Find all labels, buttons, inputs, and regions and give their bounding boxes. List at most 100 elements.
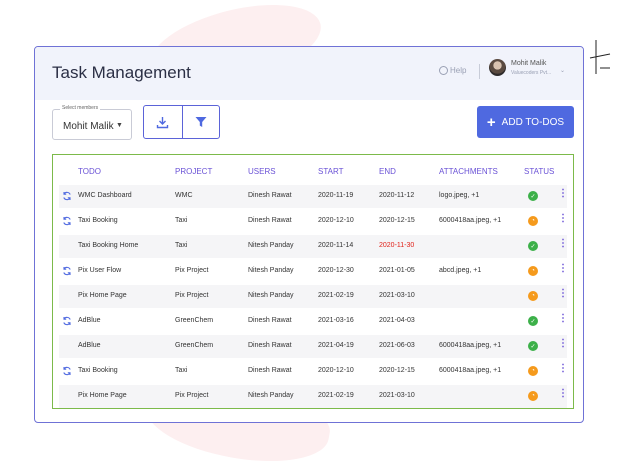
cell-end: 2021-04-03 xyxy=(379,317,415,324)
cell-todo: Pix Home Page xyxy=(78,292,127,299)
cell-start: 2020-11-14 xyxy=(318,242,354,249)
avatar[interactable] xyxy=(489,59,506,76)
column-header-todo[interactable]: TODO xyxy=(78,167,101,176)
download-button[interactable] xyxy=(144,106,182,138)
cell-attachments[interactable]: logo.jpeg, +1 xyxy=(439,192,479,199)
table-row[interactable]: Taxi Booking Home Taxi Nitesh Panday 2020-1… xyxy=(59,235,568,258)
cell-user: Dinesh Rawat xyxy=(248,317,292,324)
cell-project: Pix Project xyxy=(175,267,209,274)
cell-todo: Pix User Flow xyxy=(78,267,122,274)
download-icon xyxy=(157,116,169,128)
status-done-icon[interactable]: ✓ xyxy=(528,316,538,326)
cell-start: 2020-12-30 xyxy=(318,267,354,274)
column-header-start[interactable]: START xyxy=(318,167,343,176)
status-pending-icon[interactable]: ◔ xyxy=(528,266,538,276)
card-header: Task Management Help Mohit Malik Valueco… xyxy=(35,47,583,100)
table-row[interactable]: WMC Dashboard WMC Dinesh Rawat 2020-11-19 20… xyxy=(59,185,568,208)
cell-user: Nitesh Panday xyxy=(248,242,294,249)
kebab-menu-icon[interactable]: ⋮ xyxy=(558,289,568,299)
cell-end: 2020-11-12 xyxy=(379,192,415,199)
cell-user: Dinesh Rawat xyxy=(248,217,292,224)
add-todos-label: ADD TO-DOS xyxy=(501,116,565,128)
cell-user: Dinesh Rawat xyxy=(248,367,292,374)
cell-start: 2021-04-19 xyxy=(318,342,354,349)
kebab-menu-icon[interactable]: ⋮ xyxy=(558,189,568,199)
help-circle-icon xyxy=(439,66,448,75)
cell-project: Pix Project xyxy=(175,392,209,399)
cell-end: 2020-12-15 xyxy=(379,367,415,374)
kebab-menu-icon[interactable]: ⋮ xyxy=(558,339,568,349)
cell-todo: AdBlue xyxy=(78,317,101,324)
cell-project: GreenChem xyxy=(175,342,214,349)
status-done-icon[interactable]: ✓ xyxy=(528,191,538,201)
table-row[interactable]: AdBlue GreenChem Dinesh Rawat 2021-03-16 202… xyxy=(59,310,568,333)
cell-attachments[interactable]: 6000418aa.jpeg, +1 xyxy=(439,217,501,224)
header-divider xyxy=(479,64,480,79)
cell-todo: Taxi Booking xyxy=(78,217,118,224)
kebab-menu-icon[interactable]: ⋮ xyxy=(558,389,568,399)
cell-start: 2021-03-16 xyxy=(318,317,354,324)
cell-start: 2020-12-10 xyxy=(318,217,354,224)
filter-button[interactable] xyxy=(181,106,220,138)
sync-icon xyxy=(63,216,71,226)
column-header-status[interactable]: STATUS xyxy=(524,167,554,176)
cell-end: 2021-06-03 xyxy=(379,342,415,349)
cell-user: Nitesh Panday xyxy=(248,267,294,274)
chevron-down-icon[interactable]: ⌄ xyxy=(560,67,565,74)
cell-end: 2021-03-10 xyxy=(379,292,415,299)
table-row[interactable]: Taxi Booking Taxi Dinesh Rawat 2020-12-10 20… xyxy=(59,210,568,233)
status-pending-icon[interactable]: ◔ xyxy=(528,216,538,226)
member-select[interactable]: Select members Mohit Malik ▼ xyxy=(52,105,132,140)
column-header-project[interactable]: PROJECT xyxy=(175,167,212,176)
cell-attachments[interactable]: 6000418aa.jpeg, +1 xyxy=(439,367,501,374)
cell-start: 2021-02-19 xyxy=(318,392,354,399)
status-done-icon[interactable]: ✓ xyxy=(528,341,538,351)
kebab-menu-icon[interactable]: ⋮ xyxy=(558,314,568,324)
cell-todo: AdBlue xyxy=(78,342,101,349)
cell-todo: Pix Home Page xyxy=(78,392,127,399)
status-pending-icon[interactable]: ◔ xyxy=(528,366,538,376)
kebab-menu-icon[interactable]: ⋮ xyxy=(558,239,568,249)
table-row[interactable]: Pix User Flow Pix Project Nitesh Panday 202… xyxy=(59,260,568,283)
cell-project: Taxi xyxy=(175,217,188,224)
status-pending-icon[interactable]: ◔ xyxy=(528,391,538,401)
decorative-sparkle-icon xyxy=(589,40,611,74)
table-header: TODO PROJECT USERS START END ATTACHMENTS… xyxy=(53,155,573,185)
cell-start: 2020-12-10 xyxy=(318,367,354,374)
cell-project: WMC xyxy=(175,192,193,199)
cell-project: Taxi xyxy=(175,242,188,249)
table-row[interactable]: Pix Home Page Pix Project Nitesh Panday 202… xyxy=(59,385,568,408)
add-todos-button[interactable]: + ADD TO-DOS xyxy=(477,106,574,138)
cell-attachments[interactable]: 6000418aa.jpeg, +1 xyxy=(439,342,501,349)
cell-start: 2020-11-19 xyxy=(318,192,354,199)
column-header-attachments[interactable]: ATTACHMENTS xyxy=(439,167,498,176)
cell-attachments[interactable]: abcd.jpeg, +1 xyxy=(439,267,481,274)
cell-user: Dinesh Rawat xyxy=(248,342,292,349)
user-name[interactable]: Mohit Malik xyxy=(511,60,546,67)
cell-end: 2020-11-30 xyxy=(379,242,415,249)
kebab-menu-icon[interactable]: ⋮ xyxy=(558,264,568,274)
sync-icon xyxy=(63,266,71,276)
task-management-card: Task Management Help Mohit Malik Valueco… xyxy=(34,46,584,423)
cell-todo: Taxi Booking Home xyxy=(78,242,139,249)
status-pending-icon[interactable]: ◔ xyxy=(528,291,538,301)
cell-project: Taxi xyxy=(175,367,188,374)
kebab-menu-icon[interactable]: ⋮ xyxy=(558,214,568,224)
cell-user: Dinesh Rawat xyxy=(248,192,292,199)
table-row[interactable]: Pix Home Page Pix Project Nitesh Panday 202… xyxy=(59,285,568,308)
table-tools-group xyxy=(143,105,220,139)
help-link[interactable]: Help xyxy=(439,66,466,75)
status-done-icon[interactable]: ✓ xyxy=(528,241,538,251)
cell-user: Nitesh Panday xyxy=(248,292,294,299)
page-title: Task Management xyxy=(52,63,191,82)
kebab-menu-icon[interactable]: ⋮ xyxy=(558,364,568,374)
filter-icon xyxy=(195,117,207,127)
sync-icon xyxy=(63,316,71,326)
cell-todo: Taxi Booking xyxy=(78,367,118,374)
table-row[interactable]: Taxi Booking Taxi Dinesh Rawat 2020-12-10 20… xyxy=(59,360,568,383)
column-header-end[interactable]: END xyxy=(379,167,396,176)
cell-project: Pix Project xyxy=(175,292,209,299)
column-header-users[interactable]: USERS xyxy=(248,167,276,176)
cell-end: 2021-03-10 xyxy=(379,392,415,399)
table-row[interactable]: AdBlue GreenChem Dinesh Rawat 2021-04-19 202… xyxy=(59,335,568,358)
